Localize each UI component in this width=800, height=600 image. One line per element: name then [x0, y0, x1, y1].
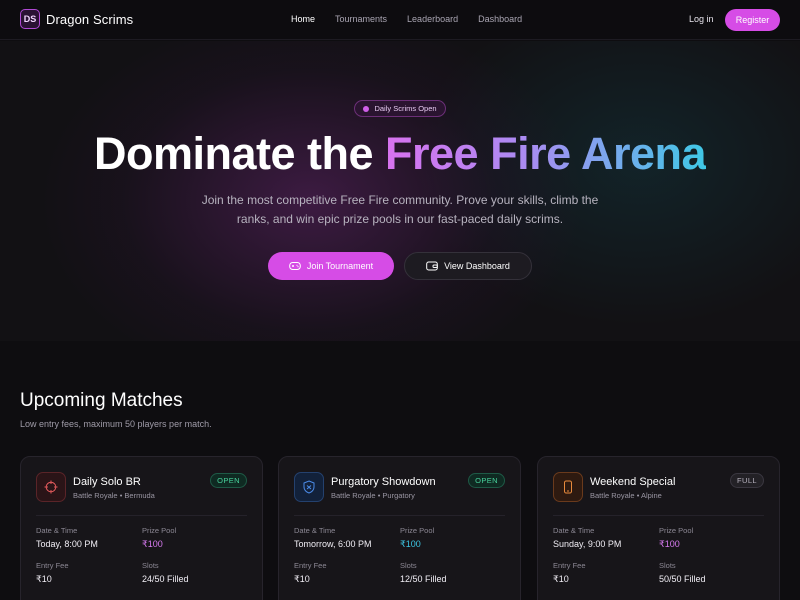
entry-fee-label: Entry Fee	[36, 561, 69, 570]
login-link[interactable]: Log in	[689, 14, 714, 24]
slots-label: Slots	[142, 561, 159, 570]
gamepad-icon	[289, 262, 301, 270]
wallet-icon	[426, 261, 438, 271]
prize-pool-label: Prize Pool	[142, 526, 177, 535]
badge-label: Daily Scrims Open	[374, 104, 437, 113]
status-badge: OPEN	[210, 473, 247, 488]
view-dashboard-label: View Dashboard	[444, 261, 510, 271]
crosshair-icon	[36, 472, 66, 502]
date-time-label: Date & Time	[36, 526, 78, 535]
hero-subtitle: Join the most competitive Free Fire comm…	[201, 193, 599, 226]
slots-value: 12/50 Filled	[400, 574, 447, 584]
slots-label: Slots	[659, 561, 676, 570]
entry-fee-label: Entry Fee	[553, 561, 586, 570]
prize-pool-value: ₹100	[400, 539, 421, 549]
divider	[36, 515, 247, 516]
nav-link-dashboard[interactable]: Dashboard	[478, 14, 522, 24]
prize-pool-label: Prize Pool	[659, 526, 694, 535]
register-button[interactable]: Register	[725, 9, 780, 31]
prize-pool-label: Prize Pool	[400, 526, 435, 535]
slots-label: Slots	[400, 561, 417, 570]
status-badge: FULL	[730, 473, 764, 488]
match-card-weekend-special[interactable]: Weekend Special Battle Royale • Alpine F…	[537, 456, 780, 600]
section-title: Upcoming Matches	[20, 390, 183, 411]
match-name: Purgatory Showdown	[331, 476, 436, 488]
match-meta: Battle Royale • Bermuda	[73, 491, 155, 500]
top-nav: DS Dragon Scrims Home Tournaments Leader…	[0, 0, 800, 40]
match-card-daily-solo-br[interactable]: Daily Solo BR Battle Royale • Bermuda OP…	[20, 456, 263, 600]
entry-fee-label: Entry Fee	[294, 561, 327, 570]
nav-link-leaderboard[interactable]: Leaderboard	[407, 14, 458, 24]
date-time-value: Tomorrow, 6:00 PM	[294, 539, 372, 549]
live-dot-icon	[363, 105, 370, 112]
hero-section: Daily Scrims Open Dominate the Free Fire…	[0, 41, 800, 341]
match-card-purgatory-showdown[interactable]: Purgatory Showdown Battle Royale • Purga…	[278, 456, 521, 600]
logo-icon: DS	[20, 9, 40, 29]
match-meta: Battle Royale • Alpine	[590, 491, 662, 500]
slots-value: 24/50 Filled	[142, 574, 189, 584]
shield-icon	[294, 472, 324, 502]
view-dashboard-button[interactable]: View Dashboard	[404, 252, 532, 280]
nav-links: Home Tournaments Leaderboard Dashboard	[291, 14, 542, 24]
phone-icon	[553, 472, 583, 502]
date-time-label: Date & Time	[294, 526, 336, 535]
entry-fee-value: ₹10	[553, 574, 569, 584]
nav-link-tournaments[interactable]: Tournaments	[335, 14, 387, 24]
date-time-value: Today, 8:00 PM	[36, 539, 98, 549]
status-badge: OPEN	[468, 473, 505, 488]
hero-title-plain: Dominate the	[93, 128, 386, 179]
divider	[294, 515, 505, 516]
join-tournament-button[interactable]: Join Tournament	[268, 252, 394, 280]
section-subtitle: Low entry fees, maximum 50 players per m…	[20, 419, 212, 429]
match-name: Weekend Special	[590, 476, 676, 488]
hero-title: Dominate the Free Fire Arena	[0, 128, 800, 180]
prize-pool-value: ₹100	[142, 539, 163, 549]
match-name: Daily Solo BR	[73, 476, 141, 488]
status-badge: Daily Scrims Open	[354, 100, 446, 117]
prize-pool-value: ₹100	[659, 539, 680, 549]
entry-fee-value: ₹10	[294, 574, 310, 584]
brand[interactable]: DS Dragon Scrims	[20, 9, 133, 29]
slots-value: 50/50 Filled	[659, 574, 706, 584]
date-time-value: Sunday, 9:00 PM	[553, 539, 622, 549]
entry-fee-value: ₹10	[36, 574, 52, 584]
brand-name: Dragon Scrims	[46, 11, 134, 27]
hero-title-gradient: Free Fire Arena	[385, 128, 707, 179]
nav-link-home[interactable]: Home	[291, 14, 315, 24]
join-tournament-label: Join Tournament	[306, 261, 374, 271]
divider	[553, 515, 764, 516]
date-time-label: Date & Time	[553, 526, 595, 535]
match-meta: Battle Royale • Purgatory	[331, 491, 415, 500]
